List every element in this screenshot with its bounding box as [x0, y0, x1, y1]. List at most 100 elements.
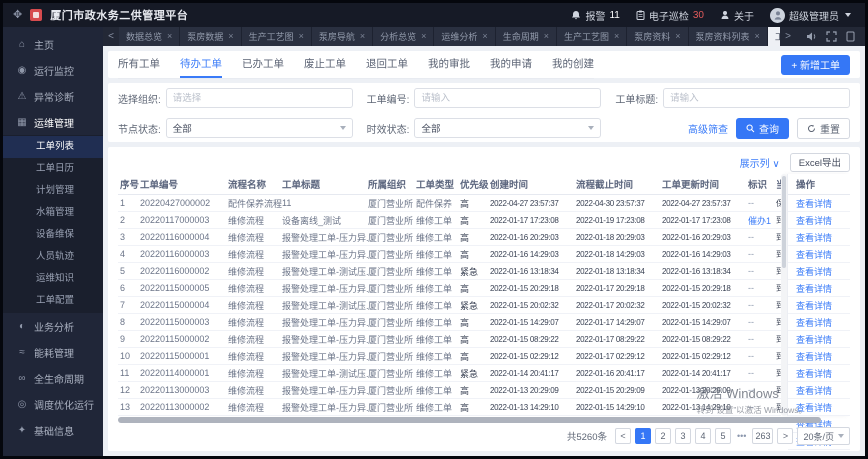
sidebar-item-能耗管理[interactable]: ≈ 能耗管理 — [3, 339, 103, 365]
page-size-select[interactable]: 20条/页 — [797, 427, 850, 445]
cell-mark[interactable]: 催办1 — [748, 214, 776, 227]
alarm-indicator[interactable]: 报警 11 — [571, 8, 620, 23]
sound-icon[interactable] — [806, 31, 817, 42]
advanced-filter-link[interactable]: 高级筛查 — [688, 121, 728, 136]
tab-我的申请[interactable]: 我的申请 — [490, 51, 532, 78]
view-detail-link[interactable]: 查看详情 — [796, 299, 832, 312]
view-detail-link[interactable]: 查看详情 — [796, 316, 832, 329]
page-button-5[interactable]: 5 — [715, 428, 731, 444]
tab-待办工单[interactable]: 待办工单 — [180, 51, 222, 78]
next-page-button[interactable]: > — [777, 428, 794, 444]
close-icon[interactable]: × — [360, 32, 365, 41]
close-icon[interactable]: × — [228, 32, 233, 41]
view-detail-link[interactable]: 查看详情 — [796, 401, 832, 414]
view-detail-link[interactable]: 查看详情 — [796, 282, 832, 295]
view-detail-link[interactable]: 查看详情 — [796, 214, 832, 227]
close-icon[interactable]: × — [755, 32, 760, 41]
view-detail-link[interactable]: 查看详情 — [796, 197, 832, 210]
org-select-input[interactable] — [165, 88, 353, 108]
view-detail-link[interactable]: 查看详情 — [796, 265, 832, 278]
tab-工单列表[interactable]: 工单列表× — [767, 27, 780, 46]
view-detail-link[interactable]: 查看详情 — [796, 384, 832, 397]
sidebar-item-工单列表[interactable]: 工单列表 — [3, 136, 103, 158]
reset-button-label: 重置 — [820, 124, 841, 136]
tab-废止工单[interactable]: 废止工单 — [304, 51, 346, 78]
tab-已办工单[interactable]: 已办工单 — [242, 51, 284, 78]
fullscreen-icon[interactable] — [826, 31, 837, 42]
tab-泵房数据[interactable]: 泵房数据 × — [180, 27, 242, 46]
close-icon[interactable]: × — [167, 32, 172, 41]
tab-运维分析[interactable]: 运维分析 × — [434, 27, 496, 46]
sidebar-item-工单配置[interactable]: 工单配置 — [3, 290, 103, 312]
page-button-3[interactable]: 3 — [675, 428, 691, 444]
last-page-button[interactable]: 263 — [752, 428, 774, 444]
sidebar-item-运维知识[interactable]: 运维知识 — [3, 268, 103, 290]
workorder-title-input[interactable] — [663, 88, 851, 108]
add-workorder-button[interactable]: + 新增工单 — [781, 54, 850, 75]
view-detail-link[interactable]: 查看详情 — [796, 367, 832, 380]
sidebar-item-调度优化运行[interactable]: ◎ 调度优化运行 — [3, 391, 103, 417]
sidebar-item-异常诊断[interactable]: ⚠ 异常诊断 — [3, 83, 103, 109]
close-icon[interactable]: × — [299, 32, 304, 41]
table-row-action: 查看详情 — [788, 348, 850, 365]
tabs-scroll-right[interactable]: > — [780, 27, 796, 46]
user-menu[interactable]: 超级管理员 — [770, 7, 851, 23]
inspection-indicator[interactable]: 电子巡检 30 — [636, 8, 704, 23]
cell-type: 维修工单 — [416, 368, 453, 379]
close-icon[interactable]: × — [421, 32, 426, 41]
view-detail-link[interactable]: 查看详情 — [796, 350, 832, 363]
cell-updated: 2022-01-15 20:29:18 — [662, 283, 731, 293]
vertical-scrollbar-thumb[interactable] — [782, 176, 786, 268]
tab-我的审批[interactable]: 我的审批 — [428, 51, 470, 78]
page-button-2[interactable]: 2 — [655, 428, 671, 444]
workorder-no-input[interactable] — [414, 88, 602, 108]
sidebar-item-运行监控[interactable]: ◉ 运行监控 — [3, 57, 103, 83]
close-icon[interactable]: × — [482, 32, 487, 41]
tab-生产工艺图[interactable]: 生产工艺图 × — [241, 27, 312, 46]
close-icon[interactable]: × — [614, 32, 619, 41]
search-button[interactable]: 查询 — [736, 117, 790, 139]
tab-数据总览[interactable]: 数据总览 × — [119, 27, 181, 46]
sidebar-item-计划管理[interactable]: 计划管理 — [3, 180, 103, 202]
view-detail-link[interactable]: 查看详情 — [796, 333, 832, 346]
tab-生命周期[interactable]: 生命周期 × — [495, 27, 557, 46]
page-button-1[interactable]: 1 — [635, 428, 651, 444]
tab-泵房导航[interactable]: 泵房导航 × — [311, 27, 374, 46]
tab-所有工单[interactable]: 所有工单 — [118, 51, 160, 78]
sidebar-item-运维管理[interactable]: ▦ 运维管理 — [3, 109, 103, 135]
tab-label: 运维分析 — [441, 32, 478, 42]
excel-export-button[interactable]: Excel导出 — [789, 152, 850, 172]
reset-button[interactable]: 重置 — [797, 117, 851, 139]
horizontal-scrollbar[interactable] — [118, 417, 850, 423]
bookmark-icon[interactable] — [846, 31, 855, 42]
tabs-scroll-left[interactable]: < — [103, 27, 119, 46]
sidebar-item-全生命周期[interactable]: ∞ 全生命周期 — [3, 365, 103, 391]
close-icon[interactable]: × — [544, 32, 549, 41]
node-status-select[interactable]: 全部 — [165, 118, 353, 138]
tab-生产工艺图[interactable]: 生产工艺图 × — [556, 27, 628, 46]
tab-退回工单[interactable]: 退回工单 — [366, 51, 408, 78]
about-button[interactable]: 关于 — [720, 8, 754, 23]
age-status-select[interactable]: 全部 — [414, 118, 602, 138]
view-detail-link[interactable]: 查看详情 — [796, 248, 832, 261]
sidebar-item-业务分析[interactable]: ◐ 业务分析 — [3, 313, 103, 339]
sidebar-item-基础信息[interactable]: ✦ 基础信息 — [3, 417, 103, 443]
horizontal-scrollbar-thumb[interactable] — [118, 417, 821, 423]
tab-泵房资料[interactable]: 泵房资料 × — [627, 27, 689, 46]
tab-分析总览[interactable]: 分析总览 × — [373, 27, 435, 46]
sidebar-item-人员轨迹[interactable]: 人员轨迹 — [3, 246, 103, 268]
sidebar-item-主页[interactable]: ⌂ 主页 — [3, 31, 103, 57]
sidebar-item-水箱管理[interactable]: 水箱管理 — [3, 202, 103, 224]
move-icon[interactable]: ✥ — [13, 9, 22, 21]
prev-page-button[interactable]: < — [615, 428, 631, 444]
vertical-scrollbar[interactable] — [781, 174, 787, 416]
tab-我的创建[interactable]: 我的创建 — [552, 51, 594, 78]
view-detail-link[interactable]: 查看详情 — [796, 231, 832, 244]
page-button-4[interactable]: 4 — [695, 428, 711, 444]
sidebar-item-工单日历[interactable]: 工单日历 — [3, 158, 103, 180]
sidebar-item-设备维保[interactable]: 设备维保 — [3, 224, 103, 246]
show-columns-toggle[interactable]: 展示列 ∨ — [740, 155, 780, 170]
cell-no: 20220116000003 — [140, 249, 210, 259]
tab-泵房资料列表[interactable]: 泵房资料列表 × — [688, 27, 768, 46]
close-icon[interactable]: × — [675, 32, 680, 41]
